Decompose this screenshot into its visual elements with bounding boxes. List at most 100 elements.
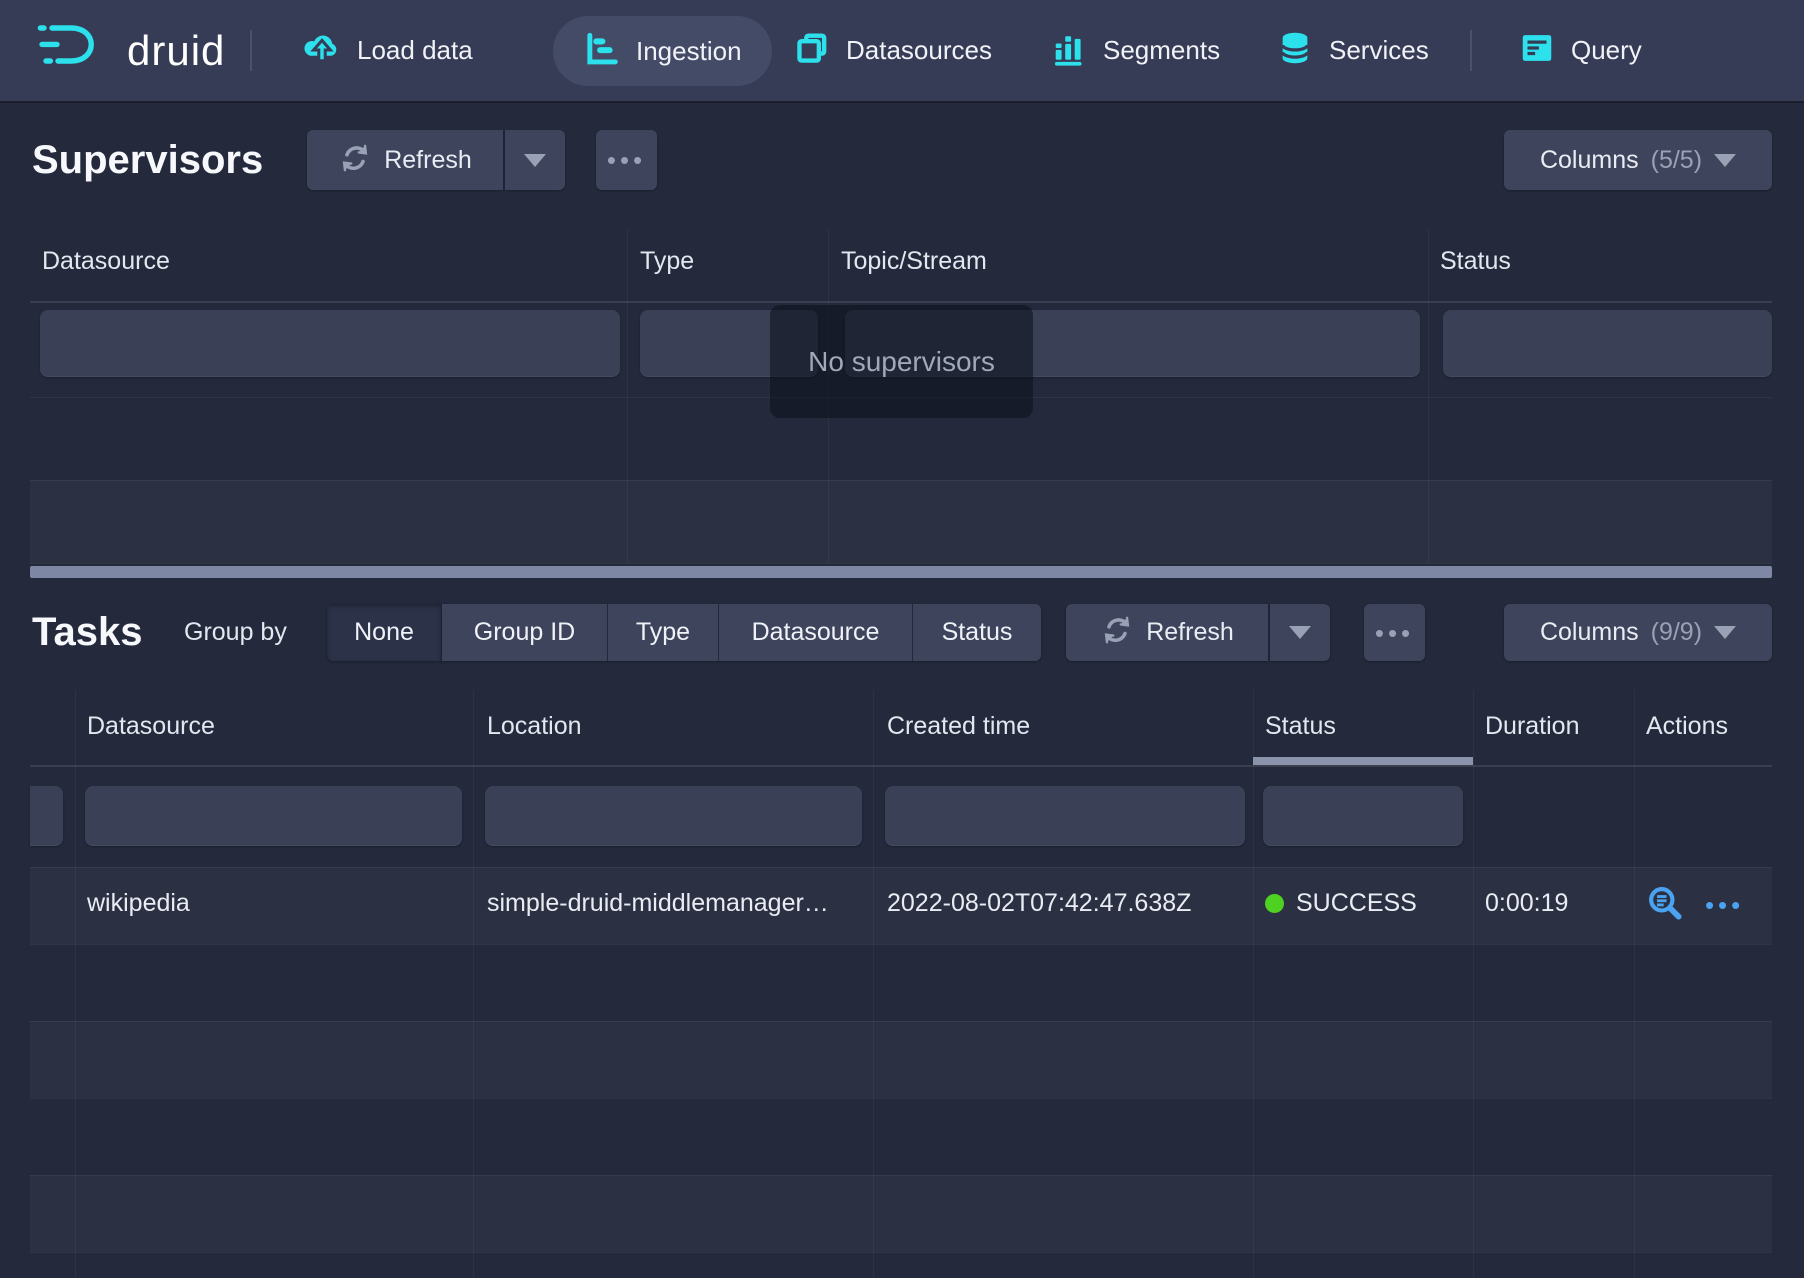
task-header-datasource[interactable]: Datasource bbox=[87, 712, 215, 741]
tasks-columns-button[interactable]: Columns (9/9) bbox=[1504, 604, 1772, 661]
refresh-icon bbox=[338, 141, 372, 180]
table-row bbox=[30, 480, 1772, 563]
task-cell-created-time: 2022-08-02T07:42:47.638Z bbox=[887, 889, 1191, 918]
row-divider bbox=[30, 1175, 1772, 1176]
horizontal-scrollbar[interactable] bbox=[30, 566, 1772, 578]
druid-logo-icon bbox=[36, 20, 112, 81]
nav-item-label: Query bbox=[1571, 35, 1642, 66]
group-by-type-button[interactable]: Type bbox=[608, 604, 719, 661]
cloud-upload-icon bbox=[302, 28, 342, 73]
columns-count: (5/5) bbox=[1651, 146, 1702, 175]
task-header-created-time[interactable]: Created time bbox=[887, 712, 1030, 741]
table-row bbox=[30, 1021, 1772, 1098]
top-navbar: druid Load data Ingestion bbox=[0, 0, 1804, 101]
nav-item-datasources[interactable]: Datasources bbox=[793, 0, 992, 101]
brand-logo[interactable]: druid bbox=[36, 0, 225, 101]
task-cell-location: simple-druid-middlemanager… bbox=[487, 889, 829, 918]
navbar-divider bbox=[1470, 30, 1472, 71]
sup-header-topic-stream[interactable]: Topic/Stream bbox=[841, 247, 987, 276]
task-cell-datasource: wikipedia bbox=[87, 889, 190, 918]
nav-item-query[interactable]: Query bbox=[1518, 0, 1642, 101]
status-text: SUCCESS bbox=[1296, 889, 1417, 917]
nav-item-services[interactable]: Services bbox=[1276, 0, 1429, 101]
group-by-segmented-control: None Group ID Type Datasource Status bbox=[327, 604, 1041, 661]
group-by-none-button[interactable]: None bbox=[327, 604, 442, 661]
sup-header-status[interactable]: Status bbox=[1440, 247, 1511, 276]
refresh-label: Refresh bbox=[1146, 618, 1234, 647]
nav-item-load-data[interactable]: Load data bbox=[302, 0, 473, 101]
empty-state-overlay: No supervisors bbox=[770, 305, 1033, 418]
sup-filter-status[interactable] bbox=[1443, 310, 1772, 377]
druid-console: druid Load data Ingestion bbox=[0, 0, 1804, 1278]
more-icon: ••• bbox=[607, 147, 646, 173]
task-filter-hidden-column[interactable] bbox=[30, 786, 63, 846]
table-row bbox=[30, 1175, 1772, 1252]
header-underline bbox=[30, 301, 1772, 303]
sort-indicator-status bbox=[1253, 757, 1473, 765]
chevron-down-icon bbox=[524, 154, 546, 167]
nav-item-label: Datasources bbox=[846, 35, 992, 66]
nav-item-label: Ingestion bbox=[636, 36, 742, 67]
nav-item-segments[interactable]: Segments bbox=[1050, 0, 1220, 101]
sup-header-type[interactable]: Type bbox=[640, 247, 694, 276]
supervisors-refresh-dropdown-button[interactable] bbox=[505, 130, 565, 190]
task-filter-created-time[interactable] bbox=[885, 786, 1245, 846]
refresh-icon bbox=[1100, 613, 1134, 652]
task-cell-actions: ••• bbox=[1646, 884, 1744, 929]
empty-state-message: No supervisors bbox=[808, 346, 995, 378]
brand-name: druid bbox=[127, 27, 225, 75]
columns-label: Columns bbox=[1540, 618, 1639, 647]
nav-item-label: Services bbox=[1329, 35, 1429, 66]
supervisors-columns-button[interactable]: Columns (5/5) bbox=[1504, 130, 1772, 190]
tasks-refresh-dropdown-button[interactable] bbox=[1270, 604, 1330, 661]
row-divider bbox=[30, 1252, 1772, 1253]
group-by-group-id-button[interactable]: Group ID bbox=[442, 604, 608, 661]
row-divider bbox=[30, 867, 1772, 868]
gantt-chart-icon bbox=[583, 30, 621, 73]
nav-item-ingestion[interactable]: Ingestion bbox=[553, 16, 772, 86]
tasks-title: Tasks bbox=[32, 610, 142, 655]
navbar-divider bbox=[250, 30, 252, 71]
task-header-location[interactable]: Location bbox=[487, 712, 582, 741]
supervisors-more-button[interactable]: ••• bbox=[596, 130, 657, 190]
chevron-down-icon bbox=[1714, 154, 1736, 167]
chevron-down-icon bbox=[1289, 626, 1311, 639]
task-header-duration[interactable]: Duration bbox=[1485, 712, 1580, 741]
task-actions-more-icon[interactable]: ••• bbox=[1705, 890, 1744, 920]
row-divider bbox=[30, 563, 1772, 564]
stacked-layers-icon bbox=[793, 29, 831, 72]
nav-item-label: Segments bbox=[1103, 35, 1220, 66]
group-by-status-button[interactable]: Status bbox=[913, 604, 1041, 661]
columns-count: (9/9) bbox=[1651, 618, 1702, 647]
columns-label: Columns bbox=[1540, 146, 1639, 175]
database-icon bbox=[1276, 29, 1314, 72]
task-filter-datasource[interactable] bbox=[85, 786, 462, 846]
group-by-label: Group by bbox=[184, 618, 287, 647]
row-divider bbox=[30, 1021, 1772, 1022]
refresh-label: Refresh bbox=[384, 146, 472, 175]
status-success-dot bbox=[1265, 894, 1284, 913]
chevron-down-icon bbox=[1714, 626, 1736, 639]
task-header-status[interactable]: Status bbox=[1265, 712, 1336, 741]
task-cell-status: SUCCESS bbox=[1265, 889, 1417, 918]
task-filter-location[interactable] bbox=[485, 786, 862, 846]
sup-header-datasource[interactable]: Datasource bbox=[42, 247, 170, 276]
tasks-more-button[interactable]: ••• bbox=[1364, 604, 1425, 661]
supervisors-refresh-button[interactable]: Refresh bbox=[307, 130, 503, 190]
nav-item-label: Load data bbox=[357, 35, 473, 66]
task-filter-status[interactable] bbox=[1263, 786, 1463, 846]
supervisors-title: Supervisors bbox=[32, 138, 263, 183]
group-by-datasource-button[interactable]: Datasource bbox=[719, 604, 913, 661]
segments-chart-icon bbox=[1050, 29, 1088, 72]
row-divider bbox=[30, 1098, 1772, 1099]
application-icon bbox=[1518, 29, 1556, 72]
task-detail-magnifier-icon[interactable] bbox=[1646, 900, 1691, 928]
task-header-actions[interactable]: Actions bbox=[1646, 712, 1728, 741]
row-divider bbox=[30, 480, 1772, 481]
task-cell-duration: 0:00:19 bbox=[1485, 889, 1568, 918]
header-underline bbox=[30, 765, 1772, 767]
tasks-refresh-button[interactable]: Refresh bbox=[1066, 604, 1268, 661]
sup-filter-datasource[interactable] bbox=[40, 310, 620, 377]
more-icon: ••• bbox=[1375, 620, 1414, 646]
row-divider bbox=[30, 944, 1772, 945]
